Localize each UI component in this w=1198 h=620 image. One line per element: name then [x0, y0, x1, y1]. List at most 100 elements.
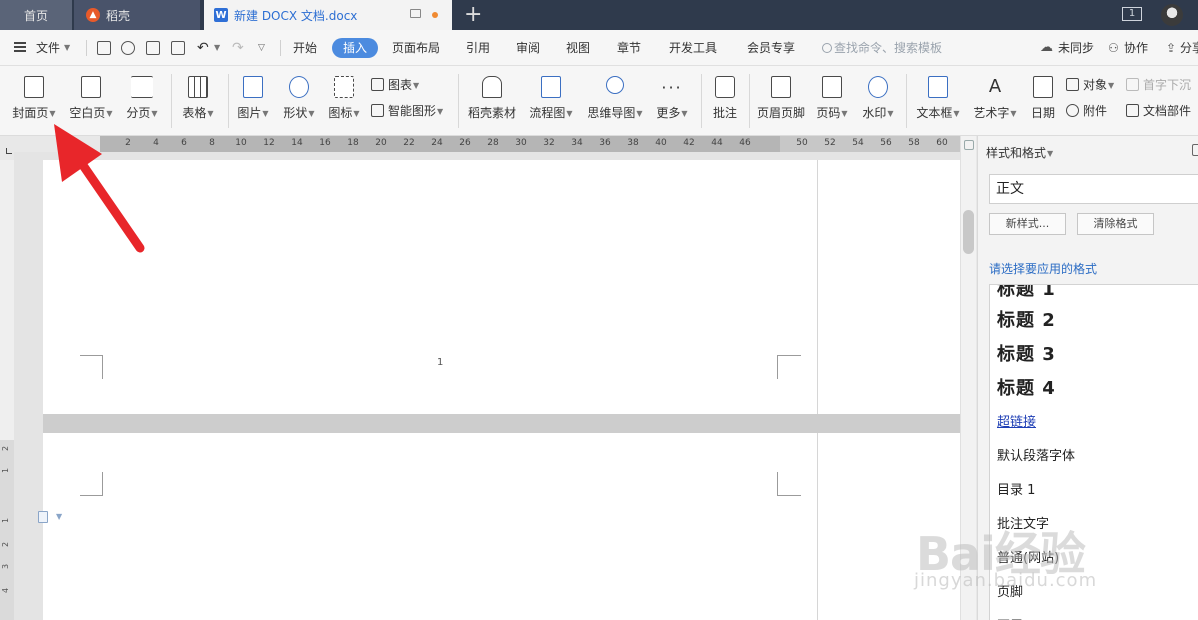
paragraph-caret-icon[interactable]: ▼: [56, 512, 62, 521]
chart-button[interactable]: 图表▼: [371, 76, 419, 94]
new-tab-button[interactable]: +: [464, 2, 482, 28]
page-number-text: 页码: [816, 106, 841, 120]
style-item-heading-2[interactable]: 标题 2: [997, 306, 1056, 332]
cover-page-button[interactable]: 封面页▼: [8, 66, 60, 136]
scrollbar-thumb[interactable]: [963, 210, 974, 254]
current-style-field[interactable]: 正文: [989, 174, 1198, 204]
file-menu[interactable]: 文件: [36, 30, 60, 66]
file-menu-caret-icon[interactable]: ▼: [64, 30, 70, 66]
quick-access-more-icon[interactable]: ▽: [258, 30, 265, 66]
date-button[interactable]: 日期: [1026, 66, 1060, 136]
style-item-heading-4[interactable]: 标题 4: [997, 374, 1056, 400]
ruler-tick: 6: [181, 138, 187, 148]
tab-member[interactable]: 会员专享: [747, 30, 795, 66]
style-item-hyperlink[interactable]: 超链接: [997, 411, 1036, 430]
shape-button[interactable]: 形状▼: [278, 66, 320, 136]
wordart-icon: A: [988, 76, 1002, 97]
tab-review[interactable]: 审阅: [516, 30, 540, 66]
crop-mark: [777, 472, 801, 496]
header-footer-button[interactable]: 页眉页脚: [754, 66, 808, 136]
flowchart-text: 流程图: [529, 106, 566, 120]
cover-page-icon: [24, 76, 44, 98]
tab-start[interactable]: 开始: [293, 30, 317, 66]
comment-button[interactable]: 批注: [706, 66, 744, 136]
undo-icon[interactable]: ↶: [197, 30, 209, 66]
document-page-1[interactable]: [43, 160, 960, 414]
ruler-tick: 22: [403, 138, 415, 148]
blank-page-text: 空白页: [69, 106, 106, 120]
page-number-label: 页码▼: [812, 104, 852, 121]
wordart-button[interactable]: A 艺术字▼: [968, 66, 1022, 136]
print-preview-icon[interactable]: [171, 41, 185, 55]
page-break-button[interactable]: 分页▼: [122, 66, 162, 136]
tab-view[interactable]: 视图: [566, 30, 590, 66]
style-item-header[interactable]: 页眉: [997, 615, 1023, 620]
icon-button[interactable]: 图标▼: [324, 66, 364, 136]
tab-chapter[interactable]: 章节: [617, 30, 641, 66]
flowchart-button[interactable]: 流程图▼: [528, 66, 574, 136]
textbox-button[interactable]: 文本框▼: [912, 66, 964, 136]
ruler-tick: 20: [375, 138, 387, 148]
panel-title[interactable]: 样式和格式▼: [986, 144, 1053, 161]
blank-page-button[interactable]: 空白页▼: [64, 66, 118, 136]
date-text: 日期: [1030, 106, 1055, 120]
table-button[interactable]: 表格▼: [176, 66, 220, 136]
smartart-button[interactable]: 智能图形▼: [371, 102, 443, 120]
sync-status-button[interactable]: 未同步: [1058, 30, 1094, 66]
save-icon[interactable]: [97, 41, 111, 55]
vruler-tick: 2: [1, 541, 11, 548]
scroll-top-icon[interactable]: [964, 140, 974, 150]
doc-parts-button[interactable]: 文档部件: [1126, 102, 1191, 120]
format-painter-icon[interactable]: [121, 41, 135, 55]
caret-down-icon: ▼: [207, 109, 214, 118]
attachment-button[interactable]: 附件: [1066, 102, 1107, 120]
tab-home[interactable]: 首页: [0, 0, 72, 30]
caret-down-icon: ▼: [953, 109, 960, 118]
page-break-label: 分页▼: [122, 104, 162, 121]
avatar[interactable]: [1161, 4, 1183, 26]
style-item-heading-3[interactable]: 标题 3: [997, 340, 1056, 366]
vertical-ruler[interactable]: 2 1 1 2 3 4: [0, 160, 14, 620]
window-count-badge[interactable]: 1: [1122, 7, 1142, 21]
object-text: 对象: [1083, 78, 1108, 92]
document-page-2[interactable]: [43, 433, 960, 620]
print-icon[interactable]: [146, 41, 160, 55]
tab-page-layout[interactable]: 页面布局: [392, 30, 440, 66]
pin-icon[interactable]: [1192, 144, 1198, 156]
tab-insert[interactable]: 插入: [332, 38, 378, 58]
page-number-button[interactable]: 页码▼: [812, 66, 852, 136]
share-button[interactable]: 分享: [1180, 30, 1198, 66]
undo-caret-icon[interactable]: ▼: [214, 30, 220, 66]
tab-references[interactable]: 引用: [466, 30, 490, 66]
style-item-toc-1[interactable]: 目录 1: [997, 479, 1035, 498]
header-footer-text: 页眉页脚: [756, 106, 805, 120]
redo-icon[interactable]: ↷: [232, 30, 244, 66]
watermark-button[interactable]: 水印▼: [856, 66, 900, 136]
paragraph-layout-icon[interactable]: [38, 511, 48, 523]
style-item-heading-1[interactable]: 标题 1: [997, 285, 1056, 301]
tab-daoke[interactable]: ▲ 稻壳: [74, 0, 200, 30]
ruler-tick: 38: [627, 138, 639, 148]
clear-format-button[interactable]: 清除格式: [1077, 213, 1154, 235]
tab-stop-selector-icon[interactable]: [6, 148, 12, 154]
style-item-default-font[interactable]: 默认段落字体: [997, 445, 1075, 464]
monitor-icon[interactable]: [410, 9, 421, 18]
page-number-icon: [822, 76, 842, 98]
command-search-input[interactable]: 查找命令、搜索模板: [818, 38, 958, 58]
picture-button[interactable]: 图片▼: [232, 66, 274, 136]
more-button[interactable]: ··· 更多▼: [652, 66, 692, 136]
menu-hamburger-icon[interactable]: [14, 42, 26, 52]
search-icon: [822, 43, 832, 53]
cloud-icon: ☁: [1040, 40, 1053, 55]
object-button[interactable]: 对象▼: [1066, 76, 1114, 94]
ruler-ticks: 2 4 6 8 10 12 14 16 18 20 22 24 26 28 30…: [100, 136, 960, 152]
collab-button[interactable]: 协作: [1124, 30, 1148, 66]
blank-page-icon: [81, 76, 101, 98]
daoke-material-button[interactable]: 稻壳素材: [464, 66, 520, 136]
ruler-tick: 60: [936, 138, 948, 148]
tab-document[interactable]: W 新建 DOCX 文档.docx: [204, 0, 452, 30]
dropcap-button[interactable]: 首字下沉: [1126, 76, 1191, 94]
mindmap-button[interactable]: 思维导图▼: [584, 66, 646, 136]
tab-developer[interactable]: 开发工具: [669, 30, 717, 66]
new-style-button[interactable]: 新样式...: [989, 213, 1066, 235]
